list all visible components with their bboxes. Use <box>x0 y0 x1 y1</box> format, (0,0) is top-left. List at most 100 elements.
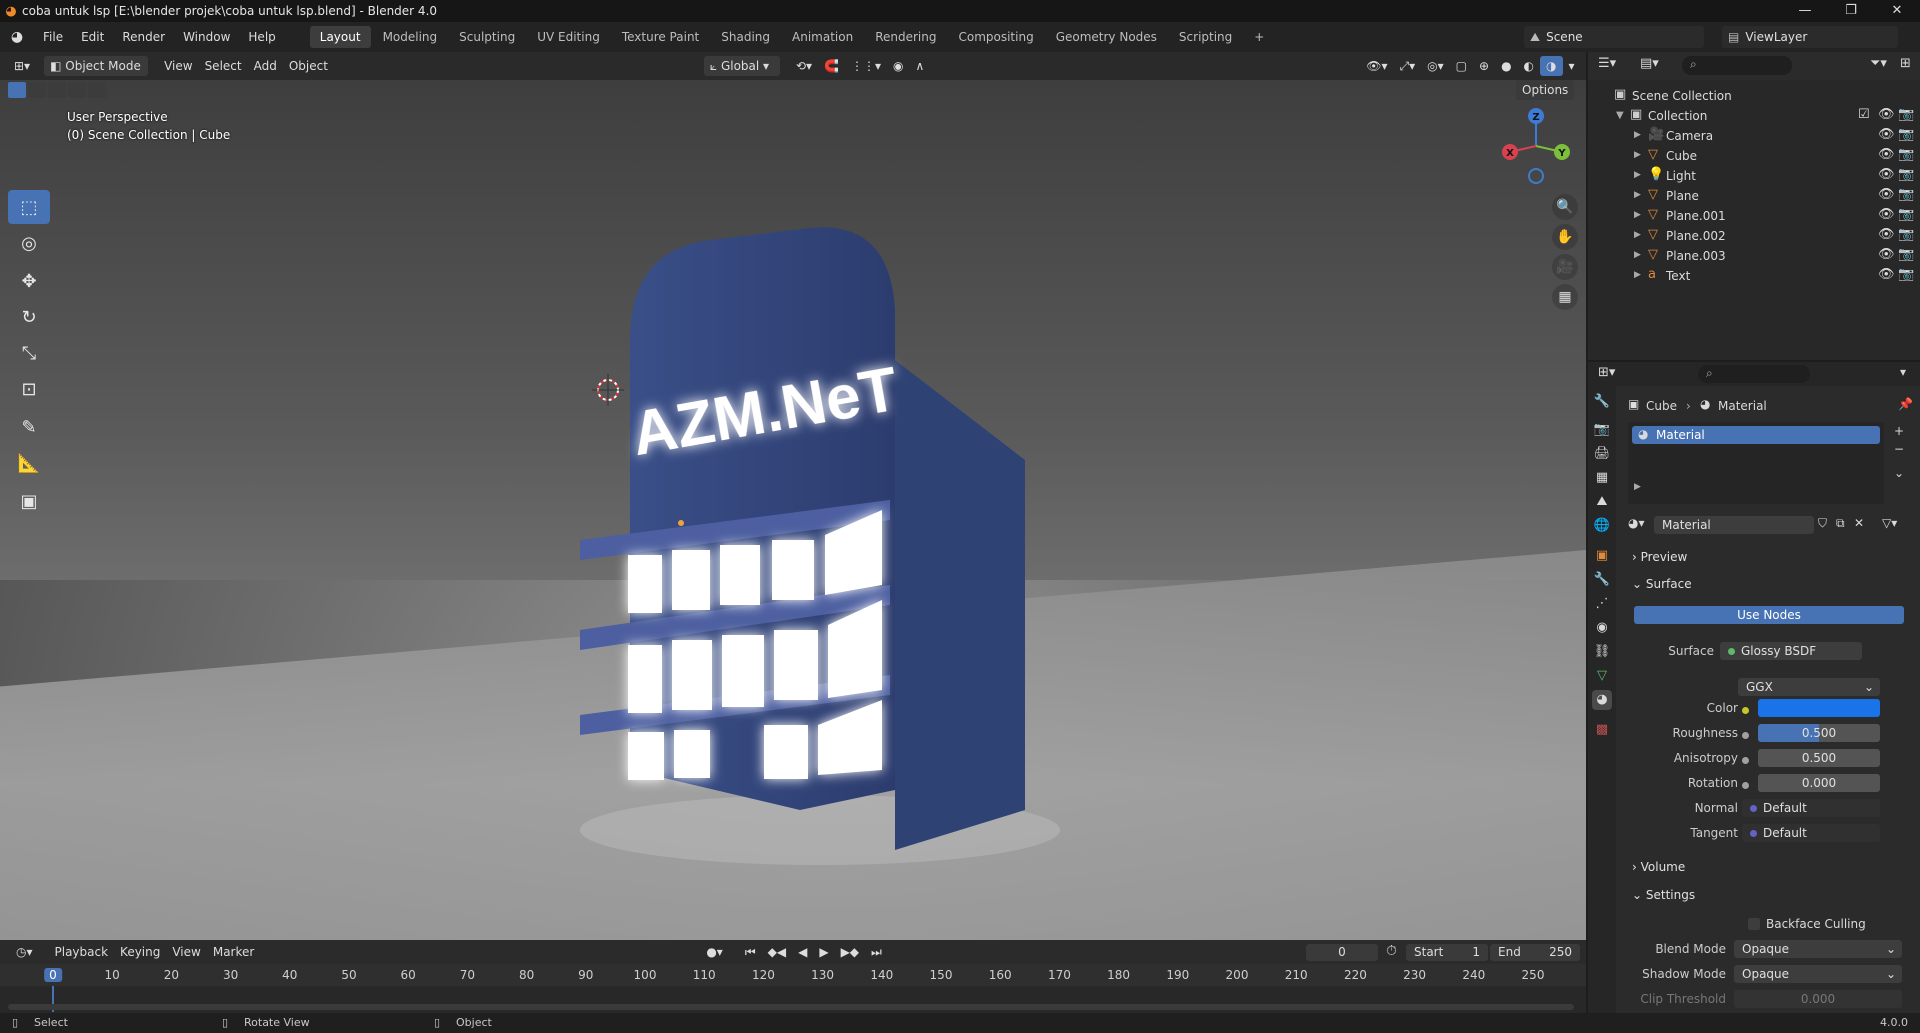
menu-edit[interactable]: Edit <box>72 22 113 52</box>
render-tab-icon[interactable]: 📷 <box>1592 420 1612 440</box>
transform-tool-icon[interactable]: ⊡ <box>8 372 50 406</box>
add-workspace-button[interactable]: + <box>1244 26 1274 48</box>
tab-geometry-nodes[interactable]: Geometry Nodes <box>1046 26 1167 48</box>
output-tab-icon[interactable]: 🖨 <box>1592 444 1612 464</box>
anisotropy-field[interactable]: 0.500 <box>1758 749 1880 767</box>
menu-view[interactable]: View <box>158 56 198 76</box>
render-camera-icon[interactable]: 📷 <box>1898 127 1914 142</box>
clip-threshold-field[interactable]: 0.000 <box>1734 990 1902 1008</box>
menu-help[interactable]: Help <box>239 22 284 52</box>
tangent-field[interactable]: Default <box>1742 824 1880 842</box>
backface-culling-checkbox[interactable] <box>1748 918 1760 930</box>
maximize-button[interactable]: ❐ <box>1828 0 1874 22</box>
tab-compositing[interactable]: Compositing <box>948 26 1043 48</box>
select-mode-new-icon[interactable] <box>8 82 26 98</box>
outliner-item-cube[interactable]: ▶ ▽ Cube 👁 📷 <box>1588 146 1920 166</box>
start-frame-field[interactable]: Start 1 <box>1406 944 1488 961</box>
options-button[interactable]: Options <box>1516 80 1575 100</box>
select-mode-subtract-icon[interactable] <box>48 82 66 98</box>
scene-tab-icon[interactable]: ⛰ <box>1592 492 1612 512</box>
remove-slot-button[interactable]: − <box>1894 442 1904 456</box>
rendered-shading-icon[interactable]: ◑ <box>1540 56 1563 76</box>
visibility-eye-icon[interactable]: 👁 <box>1878 207 1895 222</box>
outliner-item-light[interactable]: ▶ 💡 Light 👁 📷 <box>1588 166 1920 186</box>
tab-uv-editing[interactable]: UV Editing <box>527 26 610 48</box>
timeline-scrollbar[interactable] <box>8 1004 1574 1010</box>
jump-end-icon[interactable]: ⏭ <box>865 942 888 962</box>
select-mode-intersect-icon[interactable] <box>88 82 106 98</box>
tab-shading[interactable]: Shading <box>711 26 780 48</box>
expand-arrow-icon[interactable]: ▶ <box>1634 270 1641 280</box>
play-icon[interactable]: ▶ <box>813 942 834 962</box>
close-button[interactable]: ✕ <box>1874 0 1920 22</box>
camera-view-icon[interactable]: 🎥 <box>1552 254 1578 280</box>
render-camera-icon[interactable]: 📷 <box>1898 147 1914 162</box>
normal-field[interactable]: Default <box>1742 799 1880 817</box>
jump-next-keyframe-icon[interactable]: ▶◆ <box>835 942 865 962</box>
distribution-select[interactable]: GGX ⌄ <box>1738 678 1880 696</box>
duplicate-material-icon[interactable]: ⧉ <box>1836 516 1845 531</box>
xray-icon[interactable]: ▢ <box>1450 56 1473 76</box>
outliner-collection[interactable]: ▼ ▣ Collection ☑ 👁 📷 <box>1588 106 1920 126</box>
outliner-scene-collection[interactable]: ▣ Scene Collection <box>1588 86 1920 106</box>
zoom-icon[interactable]: 🔍 <box>1552 194 1578 220</box>
gizmo-toggle-icon[interactable]: ⤢▾ <box>1394 56 1422 76</box>
3d-viewport[interactable]: AZM.NeT User Perspective (0) Scene Colle… <box>0 80 1586 940</box>
collapse-arrow-icon[interactable]: ▼ <box>1616 110 1624 121</box>
tab-modeling[interactable]: Modeling <box>373 26 448 48</box>
snap-icon[interactable]: 🧲 <box>818 56 845 76</box>
color-swatch[interactable] <box>1758 699 1880 717</box>
visibility-icon[interactable]: 👁▾ <box>1360 56 1393 76</box>
jump-prev-keyframe-icon[interactable]: ◆◀ <box>762 942 792 962</box>
visibility-eye-icon[interactable]: 👁 <box>1878 167 1895 182</box>
tab-sculpting[interactable]: Sculpting <box>449 26 525 48</box>
annotate-tool-icon[interactable]: ✎ <box>8 410 50 444</box>
preview-range-icon[interactable]: ⏱ <box>1386 943 1397 959</box>
filter-icon[interactable]: ⏷▾ <box>1870 56 1887 71</box>
render-camera-icon[interactable]: 📷 <box>1898 247 1914 262</box>
render-camera-icon[interactable]: 📷 <box>1898 187 1914 202</box>
outliner-item-plane-002[interactable]: ▶ ▽ Plane.002 👁 📷 <box>1588 226 1920 246</box>
cursor-tool-icon[interactable]: ◎ <box>8 226 50 260</box>
outliner-item-plane[interactable]: ▶ ▽ Plane 👁 📷 <box>1588 186 1920 206</box>
render-camera-icon[interactable]: 📷 <box>1898 227 1914 242</box>
select-mode-extend-icon[interactable] <box>28 82 46 98</box>
visibility-eye-icon[interactable]: 👁 <box>1878 187 1895 202</box>
outliner-item-camera[interactable]: ▶ 🎥 Camera 👁 📷 <box>1588 126 1920 146</box>
view-layer-tab-icon[interactable]: ▦ <box>1592 468 1612 488</box>
scale-tool-icon[interactable]: ⤡ <box>8 336 50 370</box>
slot-expand-icon[interactable]: ▶ <box>1634 482 1641 492</box>
blender-menu-icon[interactable]: ◕ <box>0 29 34 45</box>
display-mode-icon[interactable]: ▤▾ <box>1640 56 1659 71</box>
visibility-eye-icon[interactable]: 👁 <box>1878 247 1895 262</box>
properties-options-icon[interactable]: ▾ <box>1900 365 1906 379</box>
menu-file[interactable]: File <box>34 22 72 52</box>
select-mode-invert-icon[interactable] <box>68 82 86 98</box>
menu-add[interactable]: Add <box>248 56 283 76</box>
render-camera-icon[interactable]: 📷 <box>1898 207 1914 222</box>
tab-texture-paint[interactable]: Texture Paint <box>612 26 709 48</box>
select-box-icon[interactable]: ⬚ <box>8 190 50 224</box>
menu-playback[interactable]: Playback <box>49 942 115 962</box>
transform-orientation-selector[interactable]: ⟀ Global ▾ <box>703 56 780 76</box>
ortho-grid-icon[interactable]: ▦ <box>1552 284 1578 310</box>
constraints-tab-icon[interactable]: ⛓ <box>1592 642 1612 662</box>
blend-mode-select[interactable]: Opaque ⌄ <box>1734 940 1902 958</box>
collection-checkbox-icon[interactable]: ☑ <box>1858 107 1870 122</box>
menu-select[interactable]: Select <box>199 56 248 76</box>
shadow-mode-select[interactable]: Opaque ⌄ <box>1734 965 1902 983</box>
proportional-edit-icon[interactable]: ◉ <box>887 56 909 76</box>
tool-tab-icon[interactable]: 🔧 <box>1592 392 1612 412</box>
timeline-editor-type-icon[interactable]: ◷▾ <box>10 942 39 962</box>
measure-tool-icon[interactable]: 📐 <box>8 446 50 480</box>
mode-selector[interactable]: ◧ Object Mode ▾ <box>44 56 149 93</box>
render-camera-icon[interactable]: 📷 <box>1898 267 1914 282</box>
outliner-search-input[interactable]: ⌕ <box>1682 56 1792 75</box>
pan-hand-icon[interactable]: ✋ <box>1552 224 1578 250</box>
end-frame-field[interactable]: End 250 <box>1490 944 1580 961</box>
surface-shader-field[interactable]: Glossy BSDF <box>1720 642 1862 660</box>
link-options-icon[interactable]: ▽▾ <box>1882 516 1897 530</box>
roughness-slider[interactable]: 0.500 <box>1758 724 1880 742</box>
world-tab-icon[interactable]: 🌐 <box>1592 516 1612 536</box>
fake-user-icon[interactable]: ⛉ <box>1818 516 1827 531</box>
